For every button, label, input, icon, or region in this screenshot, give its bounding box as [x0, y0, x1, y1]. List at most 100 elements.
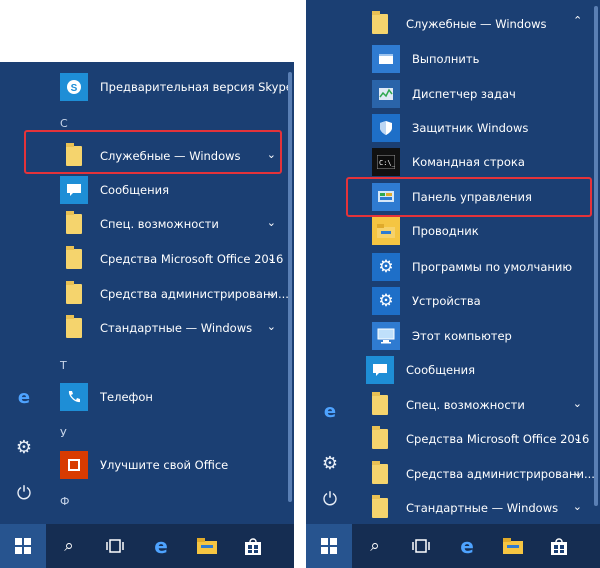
chevron-down-icon: ⌄ — [266, 320, 276, 333]
item-label: Предварительная версия Skype — [100, 80, 288, 94]
task-view-button[interactable] — [92, 524, 138, 568]
list-item-accessibility[interactable]: Спец. возможности ⌄ — [48, 207, 288, 241]
settings-gear-icon[interactable]: ⚙ — [12, 436, 36, 460]
item-label: Спец. возможности — [100, 217, 219, 231]
scrollbar[interactable] — [288, 72, 292, 502]
edge-taskbar-button[interactable]: e — [444, 524, 490, 568]
list-item-devices[interactable]: ⚙ Устройства — [354, 284, 594, 318]
folder-icon — [366, 460, 394, 488]
item-label: Средства Microsoft Office 2016 — [406, 432, 590, 446]
gear-icon: ⚙ — [372, 253, 400, 281]
list-item-explorer[interactable]: Проводник — [354, 214, 594, 248]
item-label: Устройства — [412, 294, 481, 308]
folder-icon — [60, 245, 88, 273]
list-item-windows-standard[interactable]: Стандартные — Windows ⌄ — [48, 311, 288, 345]
run-icon — [372, 45, 400, 73]
explorer-icon — [372, 217, 400, 245]
item-label: Телефон — [100, 390, 153, 404]
list-item-accessibility[interactable]: Спец. возможности ⌄ — [354, 388, 594, 422]
item-label: Спец. возможности — [406, 398, 525, 412]
list-item-default-programs[interactable]: ⚙ Программы по умолчанию — [354, 250, 594, 284]
store-icon — [245, 538, 261, 555]
explorer-taskbar-button[interactable] — [184, 524, 230, 568]
item-label: Улучшите свой Office — [100, 458, 229, 472]
gear-icon: ⚙ — [372, 287, 400, 315]
svg-text:S: S — [71, 83, 78, 94]
search-icon: ⌕ — [370, 536, 380, 556]
chevron-down-icon: ⌄ — [572, 397, 582, 410]
list-item-task-manager[interactable]: Диспетчер задач — [354, 77, 594, 111]
folder-icon — [60, 210, 88, 238]
item-label: Средства Microsoft Office 2016 — [100, 252, 284, 266]
message-icon — [60, 176, 88, 204]
search-button[interactable]: ⌕ — [46, 524, 92, 568]
list-item-run[interactable]: Выполнить — [354, 42, 594, 76]
list-item-windows-standard[interactable]: Стандартные — Windows ⌄ — [354, 491, 594, 525]
skype-icon: S — [60, 73, 88, 101]
list-item-phone[interactable]: Телефон — [48, 380, 288, 414]
folder-icon — [60, 280, 88, 308]
task-view-icon — [106, 539, 124, 553]
store-icon — [551, 538, 567, 555]
list-item-office-tools[interactable]: Средства Microsoft Office 2016 ⌄ — [354, 422, 594, 456]
edge-icon[interactable]: e — [12, 386, 36, 410]
item-label: Стандартные — Windows — [406, 501, 559, 515]
list-item-admin-tools[interactable]: Средства администрировани... ⌄ — [48, 277, 288, 311]
item-label: Выполнить — [412, 52, 480, 66]
phone-icon — [60, 383, 88, 411]
explorer-taskbar-button[interactable] — [490, 524, 536, 568]
power-icon[interactable]: ⏻ — [12, 482, 36, 506]
letter-header-t[interactable]: Т — [60, 359, 67, 372]
file-explorer-icon — [197, 538, 217, 554]
file-explorer-icon — [503, 538, 523, 554]
folder-icon — [366, 10, 394, 38]
list-item-this-pc[interactable]: Этот компьютер — [354, 319, 594, 353]
list-item-command-prompt[interactable]: C:\_ Командная строка — [354, 145, 594, 179]
letter-header-s[interactable]: С — [60, 117, 68, 130]
list-item-office-tools[interactable]: Средства Microsoft Office 2016 ⌄ — [48, 242, 288, 276]
office-icon — [60, 451, 88, 479]
taskbar: ⌕ e — [306, 524, 600, 568]
start-menu-right: e ⚙ ⏻ Служебные — Windows ⌄ Выполнить Ди… — [306, 0, 600, 568]
power-icon[interactable]: ⏻ — [318, 488, 342, 512]
list-item-skype[interactable]: S Предварительная версия Skype — [48, 70, 288, 104]
chevron-down-icon: ⌄ — [266, 251, 276, 264]
item-label: Диспетчер задач — [412, 87, 516, 101]
message-icon — [366, 356, 394, 384]
list-item-admin-tools[interactable]: Средства администрировани... ⌄ — [354, 457, 594, 491]
edge-icon[interactable]: e — [318, 400, 342, 424]
cmd-icon: C:\_ — [372, 148, 400, 176]
letter-header-u[interactable]: У — [60, 427, 67, 440]
start-button[interactable] — [306, 524, 352, 568]
svg-text:C:\_: C:\_ — [379, 159, 395, 167]
chevron-down-icon: ⌄ — [266, 216, 276, 229]
list-item-messages[interactable]: Сообщения — [354, 353, 594, 387]
edge-taskbar-button[interactable]: e — [138, 524, 184, 568]
edge-icon: e — [154, 534, 168, 558]
folder-icon — [366, 494, 394, 522]
task-view-button[interactable] — [398, 524, 444, 568]
edge-icon: e — [460, 534, 474, 558]
settings-gear-icon[interactable]: ⚙ — [318, 452, 342, 476]
store-taskbar-button[interactable] — [536, 524, 582, 568]
list-item-windows-defender[interactable]: Защитник Windows — [354, 111, 594, 145]
right-app-list: Служебные — Windows ⌄ Выполнить Диспетче… — [354, 0, 594, 524]
search-button[interactable]: ⌕ — [352, 524, 398, 568]
store-taskbar-button[interactable] — [230, 524, 276, 568]
task-view-icon — [412, 539, 430, 553]
item-label: Стандартные — Windows — [100, 321, 253, 335]
list-item-windows-accessories[interactable]: Служебные — Windows ⌄ — [354, 7, 594, 41]
start-button[interactable] — [0, 524, 46, 568]
scrollbar[interactable] — [594, 6, 598, 506]
letter-header-f[interactable]: Ф — [60, 495, 69, 508]
chevron-down-icon: ⌄ — [572, 466, 582, 479]
item-label: Сообщения — [406, 363, 476, 377]
task-manager-icon — [372, 80, 400, 108]
chevron-down-icon: ⌄ — [572, 431, 582, 444]
chevron-up-icon: ⌄ — [572, 13, 582, 26]
list-item-improve-office[interactable]: Улучшите свой Office — [48, 448, 288, 482]
folder-icon — [366, 425, 394, 453]
list-item-messages[interactable]: Сообщения — [48, 173, 288, 207]
windows-logo-icon — [15, 538, 31, 554]
item-label: Программы по умолчанию — [412, 260, 573, 274]
